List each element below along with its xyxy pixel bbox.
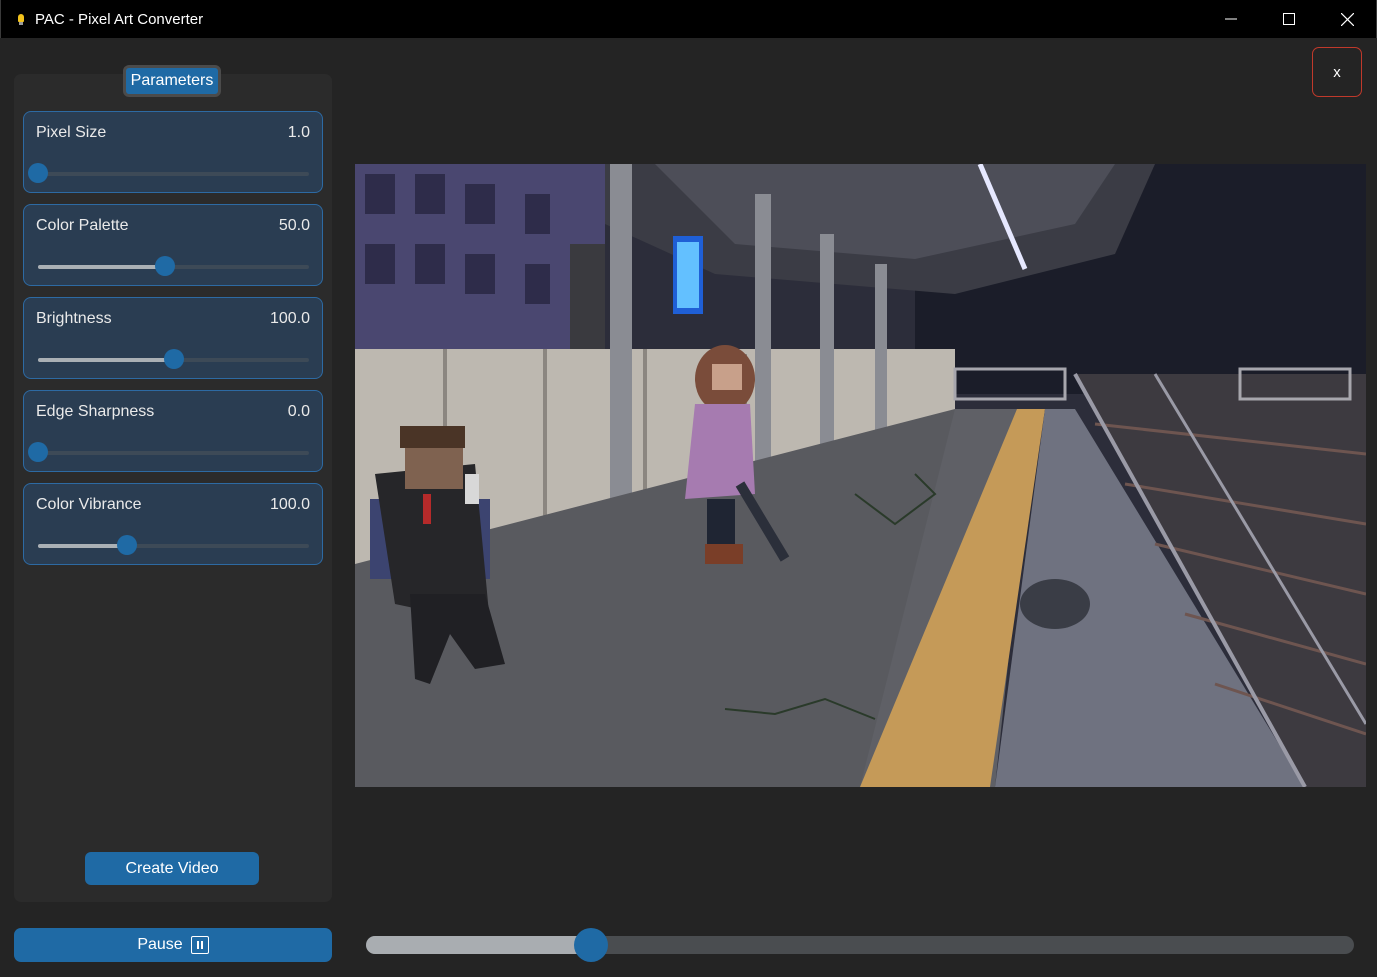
param-label: Edge Sharpness bbox=[36, 403, 155, 420]
param-value: 0.0 bbox=[287, 403, 310, 420]
pixel-art-scene bbox=[355, 164, 1366, 787]
close-icon bbox=[1340, 12, 1354, 26]
parameters-panel: Parameters Pixel Size 1.0 Color Palette … bbox=[14, 65, 332, 902]
color-vibrance-slider[interactable] bbox=[38, 535, 309, 555]
window-title: PAC - Pixel Art Converter bbox=[35, 10, 204, 28]
pixel-size-slider[interactable] bbox=[28, 163, 309, 183]
color-palette-slider[interactable] bbox=[38, 256, 309, 276]
pause-button[interactable]: Pause bbox=[14, 928, 332, 962]
edge-sharpness-slider[interactable] bbox=[28, 442, 309, 462]
timeline-slider[interactable] bbox=[366, 928, 1354, 962]
create-video-button[interactable]: Create Video bbox=[85, 852, 259, 885]
param-color-palette: Color Palette 50.0 bbox=[23, 204, 323, 286]
param-edge-sharpness: Edge Sharpness 0.0 bbox=[23, 390, 323, 472]
param-label: Pixel Size bbox=[36, 124, 107, 141]
param-value: 1.0 bbox=[287, 124, 310, 141]
param-value: 100.0 bbox=[269, 496, 310, 513]
slider-handle[interactable] bbox=[155, 256, 176, 276]
tab-parameters[interactable]: Parameters bbox=[123, 65, 221, 97]
timeline-progress bbox=[366, 936, 592, 954]
brightness-slider[interactable] bbox=[38, 349, 309, 369]
title-bar[interactable]: PAC - Pixel Art Converter bbox=[0, 0, 1377, 38]
maximize-icon bbox=[1283, 13, 1295, 25]
maximize-button[interactable] bbox=[1260, 0, 1318, 38]
slider-handle[interactable] bbox=[163, 349, 184, 369]
param-label: Color Vibrance bbox=[36, 496, 142, 513]
param-color-vibrance: Color Vibrance 100.0 bbox=[23, 483, 323, 565]
param-brightness: Brightness 100.0 bbox=[23, 297, 323, 379]
slider-handle[interactable] bbox=[28, 442, 48, 462]
close-window-button[interactable] bbox=[1318, 0, 1376, 38]
minimize-button[interactable] bbox=[1202, 0, 1260, 38]
param-value: 50.0 bbox=[278, 217, 310, 234]
pause-icon bbox=[190, 936, 209, 954]
slider-handle[interactable] bbox=[28, 163, 48, 183]
param-value: 100.0 bbox=[269, 310, 310, 327]
slider-handle[interactable] bbox=[117, 535, 138, 555]
lightbulb-icon bbox=[15, 11, 27, 27]
pause-label: Pause bbox=[137, 936, 183, 953]
param-pixel-size: Pixel Size 1.0 bbox=[23, 111, 323, 193]
timeline-handle[interactable] bbox=[574, 928, 609, 962]
close-preview-button[interactable]: x bbox=[1312, 47, 1362, 97]
minimize-icon bbox=[1225, 18, 1237, 20]
param-label: Color Palette bbox=[36, 217, 129, 234]
param-label: Brightness bbox=[36, 310, 112, 327]
preview-image bbox=[355, 164, 1366, 787]
